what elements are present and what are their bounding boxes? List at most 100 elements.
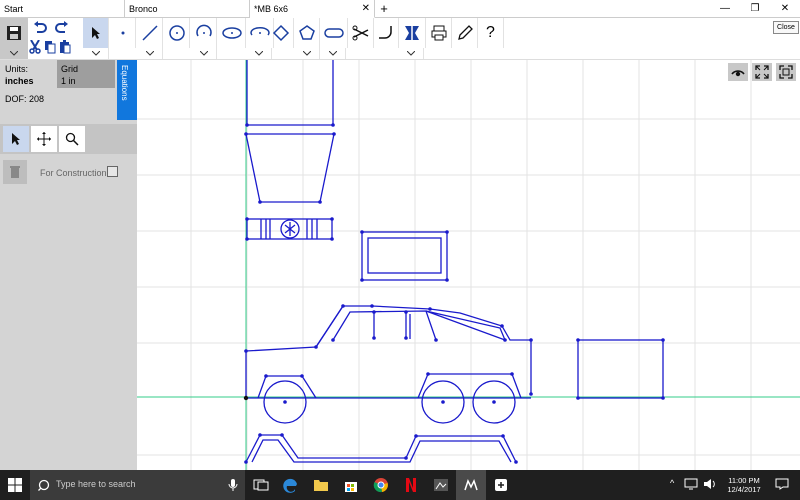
zoom-extents-button[interactable] [752, 63, 772, 81]
folder-icon [314, 480, 328, 491]
network-icon [684, 478, 698, 490]
calculator-app-button[interactable] [486, 470, 516, 500]
title-bar: Start Bronco *MB 6x6 ✕ + — ❐ ✕ [0, 0, 800, 18]
tab-start[interactable]: Start [0, 0, 125, 18]
select-tool-button[interactable] [83, 18, 109, 48]
toolbar: ? [0, 18, 800, 60]
ellipse-tool-button[interactable] [218, 18, 246, 48]
select-tool-dropdown[interactable] [83, 48, 109, 59]
rotated-rectangle-icon [272, 24, 289, 42]
grid-value: 1 in [61, 76, 76, 86]
sketch-canvas[interactable] [137, 60, 800, 470]
show-hidden-icons-button[interactable]: ^ [670, 478, 674, 488]
restore-button[interactable]: ❐ [740, 0, 770, 18]
app-tile-icon [495, 479, 507, 491]
task-view-button[interactable] [246, 470, 276, 500]
grid-label: Grid [61, 64, 79, 74]
clock-time: 11:00 PM [728, 476, 760, 485]
rectangle-tool-button[interactable] [268, 18, 294, 48]
cursor-arrow-icon [12, 133, 20, 145]
windows-taskbar: Type here to search ^ 11:00 PM 12/4/2017 [0, 470, 800, 500]
point-tool-button[interactable] [110, 18, 136, 48]
tab-mb-6x6[interactable]: *MB 6x6 ✕ [250, 0, 375, 18]
equations-tab[interactable]: Equations [117, 60, 137, 120]
edge-browser-button[interactable] [276, 470, 306, 500]
save-button[interactable] [0, 18, 28, 48]
file-explorer-button[interactable] [306, 470, 336, 500]
cut-button[interactable] [28, 38, 42, 56]
sketch-app-icon [464, 479, 478, 491]
save-dropdown[interactable] [0, 48, 28, 59]
store-bag-icon [345, 482, 357, 492]
paste-button[interactable] [58, 38, 72, 56]
volume-control[interactable] [703, 478, 717, 492]
minimize-button[interactable]: — [710, 0, 740, 18]
pan-mode-button[interactable] [31, 126, 57, 152]
zoom-extents-icon [755, 65, 769, 79]
media-app-button[interactable] [426, 470, 456, 500]
polygon-tool-dropdown[interactable] [294, 48, 320, 59]
chevron-down-icon [145, 51, 154, 56]
undo-button[interactable] [30, 20, 50, 36]
zoom-mode-button[interactable] [59, 126, 85, 152]
line-tool-button[interactable] [137, 18, 163, 48]
select-mode-button[interactable] [3, 126, 29, 152]
arc-tool-dropdown[interactable] [191, 48, 217, 59]
tab-close-icon[interactable]: ✕ [362, 0, 370, 18]
chevron-down-icon [406, 51, 415, 56]
circle-tool-button[interactable] [164, 18, 190, 48]
chevron-down-icon [254, 51, 263, 56]
chevron-down-icon [199, 51, 208, 56]
scissors-icon [352, 25, 368, 41]
action-center-button[interactable] [775, 478, 789, 492]
polygon-tool-button[interactable] [294, 18, 320, 48]
tab-bronco[interactable]: Bronco [125, 0, 250, 18]
chevron-up-icon: ^ [670, 478, 675, 488]
copy-button[interactable] [43, 38, 57, 56]
fullscreen-button[interactable] [776, 63, 796, 81]
close-tooltip: Close [773, 21, 799, 34]
search-box[interactable]: Type here to search [30, 470, 245, 500]
delete-button[interactable] [3, 160, 27, 184]
chevron-down-icon [302, 51, 311, 56]
redo-button[interactable] [52, 20, 72, 36]
save-icon [7, 26, 21, 40]
grid-box[interactable]: Grid 1 in [57, 60, 115, 88]
new-tab-button[interactable]: + [377, 0, 391, 18]
sketch-vertices [243, 123, 665, 464]
clock-date: 12/4/2017 [727, 485, 761, 494]
eye-icon [731, 70, 745, 77]
netflix-button[interactable] [396, 470, 426, 500]
edit-button[interactable] [452, 18, 478, 48]
chrome-button[interactable] [366, 470, 396, 500]
help-button[interactable]: ? [478, 18, 504, 48]
clock[interactable]: 11:00 PM 12/4/2017 [718, 476, 770, 494]
sketch-geometry [245, 60, 664, 463]
sketch-app-button[interactable] [456, 470, 486, 500]
fillet-tool-button[interactable] [373, 18, 399, 48]
for-construction-checkbox[interactable] [107, 166, 118, 177]
constraint-icon [404, 25, 419, 41]
printer-icon [431, 25, 446, 41]
constraint-tool-dropdown[interactable] [398, 48, 424, 59]
visibility-button[interactable] [728, 63, 748, 81]
ellipse-tool-dropdown[interactable] [246, 48, 272, 59]
slot-tool-dropdown[interactable] [320, 48, 346, 59]
close-button[interactable]: ✕ [770, 0, 800, 18]
print-button[interactable] [426, 18, 452, 48]
line-tool-dropdown[interactable] [137, 48, 163, 59]
start-button[interactable] [0, 470, 30, 500]
netflix-icon [406, 478, 416, 492]
search-icon [38, 479, 50, 491]
network-status[interactable] [684, 478, 698, 492]
constraint-tool-button[interactable] [398, 18, 426, 48]
move-arrows-icon [37, 132, 51, 146]
trim-tool-button[interactable] [348, 18, 374, 48]
arc-tool-button[interactable] [191, 18, 217, 48]
media-app-icon [434, 479, 448, 491]
redo-icon [55, 21, 68, 33]
slot-tool-button[interactable] [320, 18, 348, 48]
units-value: inches [5, 76, 34, 86]
paste-icon [60, 40, 71, 54]
store-button[interactable] [336, 470, 366, 500]
